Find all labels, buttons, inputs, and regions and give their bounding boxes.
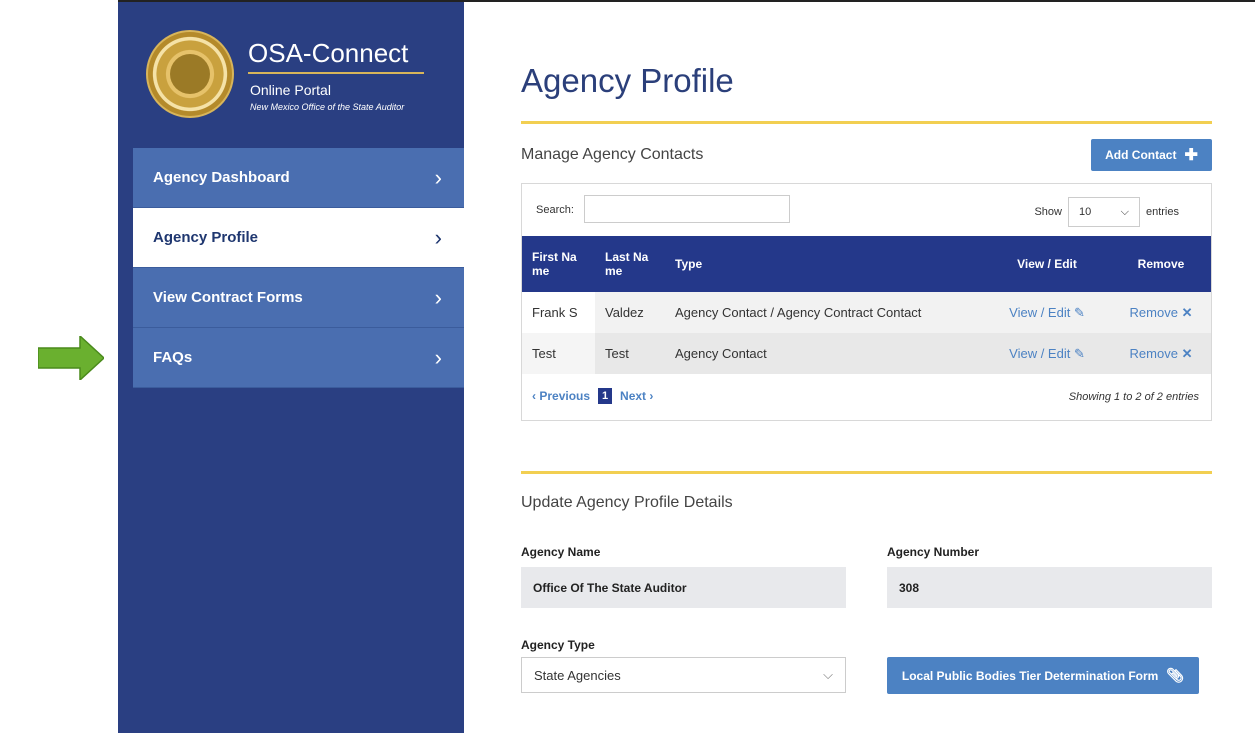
agency-name-field[interactable]: Office Of The State Auditor — [521, 567, 846, 608]
brand: OSA-Connect Online Portal New Mexico Off… — [146, 30, 446, 130]
chevron-right-icon: › — [434, 164, 442, 190]
page-length-value: 10 — [1078, 206, 1092, 218]
brand-title: OSA-Connect — [248, 38, 409, 68]
sidebar-nav: Agency Dashboard › Agency Profile › View… — [133, 148, 464, 388]
add-contact-label: Add Contact — [1105, 148, 1177, 162]
agency-type-value: State Agencies — [534, 667, 621, 683]
page-length-select[interactable]: 10 ⌵ — [1067, 197, 1140, 227]
cell-first-name: Frank S — [522, 292, 595, 333]
pencil-icon: ✎ — [1073, 345, 1085, 361]
agency-number-label: Agency Number — [887, 545, 980, 559]
sidebar-item-label: Agency Dashboard — [153, 169, 290, 186]
agency-name-label: Agency Name — [521, 545, 601, 559]
cell-type: Agency Contact / Agency Contract Contact — [675, 305, 922, 320]
table-row: Test Test Agency Contact View / Edit ✎ R… — [522, 333, 1211, 374]
add-contact-button[interactable]: Add Contact ✚ — [1091, 139, 1212, 171]
close-icon: ✕ — [1181, 304, 1193, 320]
section-divider — [521, 121, 1212, 124]
view-edit-link[interactable]: View / Edit ✎ — [983, 292, 1111, 333]
chevron-right-icon: › — [434, 284, 442, 310]
agency-type-label: Agency Type — [521, 638, 595, 652]
paperclip-icon: 📎︎ — [1166, 667, 1185, 683]
entries-label: entries — [1145, 206, 1179, 218]
sidebar-item-view-contract-forms[interactable]: View Contract Forms › — [133, 268, 464, 328]
tier-determination-form-button[interactable]: Local Public Bodies Tier Determination F… — [887, 657, 1199, 694]
cell-last-name: Test — [605, 346, 629, 361]
table-header-row: First Na me Last Na me Type View / Edit … — [522, 236, 1211, 292]
green-arrow-icon — [38, 336, 104, 380]
table-row: Frank S Valdez Agency Contact / Agency C… — [522, 292, 1211, 333]
contacts-table: First Na me Last Na me Type View / Edit … — [522, 236, 1211, 374]
close-icon: ✕ — [1181, 345, 1193, 361]
details-section-title: Update Agency Profile Details — [521, 494, 733, 511]
sidebar-item-agency-profile[interactable]: Agency Profile › — [133, 208, 464, 268]
sidebar-item-label: Agency Profile — [153, 229, 259, 246]
sidebar: OSA-Connect Online Portal New Mexico Off… — [118, 2, 464, 733]
chevron-down-icon: ⌵ — [823, 667, 833, 682]
remove-link[interactable]: Remove ✕ — [1111, 292, 1211, 333]
column-header-first-name[interactable]: First Na me — [522, 236, 595, 292]
cell-type: Agency Contact — [675, 346, 767, 361]
contacts-table-panel: Search: Show 10 ⌵ entries First Na me La… — [521, 183, 1212, 421]
remove-label: Remove — [1129, 304, 1178, 320]
column-header-last-name[interactable]: Last Na me — [595, 236, 665, 292]
agency-type-select[interactable]: State Agencies ⌵ — [521, 657, 846, 693]
sidebar-item-faqs[interactable]: FAQs › — [133, 328, 464, 388]
view-edit-label: View / Edit — [1009, 304, 1071, 320]
table-info: Showing 1 to 2 of 2 entries — [1068, 391, 1199, 403]
brand-tagline: New Mexico Office of the State Auditor — [250, 102, 405, 112]
brand-subtitle: Online Portal — [250, 82, 331, 98]
chevron-down-icon: ⌵ — [1120, 205, 1129, 218]
agency-number-field[interactable]: 308 — [887, 567, 1212, 608]
search-label: Search: — [536, 204, 574, 216]
column-header-view-edit[interactable]: View / Edit — [983, 236, 1111, 292]
previous-label: Previous — [539, 389, 591, 403]
sidebar-item-agency-dashboard[interactable]: Agency Dashboard › — [133, 148, 464, 208]
contacts-section-title: Manage Agency Contacts — [521, 146, 704, 163]
page-title: Agency Profile — [521, 62, 734, 99]
cell-last-name: Valdez — [605, 305, 644, 320]
state-auditor-seal-icon — [146, 30, 234, 118]
show-label: Show — [1034, 206, 1062, 218]
next-label: Next — [620, 389, 647, 403]
column-header-remove[interactable]: Remove — [1111, 236, 1211, 292]
view-edit-label: View / Edit — [1009, 345, 1071, 361]
pencil-icon: ✎ — [1073, 304, 1085, 320]
remove-label: Remove — [1129, 345, 1178, 361]
page-length-control: Show 10 ⌵ entries — [1034, 197, 1179, 227]
sidebar-item-label: View Contract Forms — [153, 289, 303, 306]
next-button[interactable]: Next › — [620, 389, 653, 403]
section-divider — [521, 471, 1212, 474]
brand-divider — [248, 72, 424, 74]
remove-link[interactable]: Remove ✕ — [1111, 333, 1211, 374]
previous-button[interactable]: ‹ Previous — [532, 389, 590, 403]
sidebar-item-label: FAQs — [153, 349, 193, 366]
view-edit-link[interactable]: View / Edit ✎ — [983, 333, 1111, 374]
pagination: ‹ Previous 1 Next › — [532, 388, 653, 404]
search-input[interactable] — [584, 195, 790, 223]
cell-first-name: Test — [522, 333, 595, 374]
chevron-right-icon: › — [434, 344, 442, 370]
column-header-type[interactable]: Type — [665, 236, 983, 292]
plus-icon: ✚ — [1184, 147, 1198, 164]
page-button-1[interactable]: 1 — [598, 388, 613, 404]
tier-form-label: Local Public Bodies Tier Determination F… — [901, 668, 1159, 683]
chevron-right-icon: › — [434, 224, 442, 250]
